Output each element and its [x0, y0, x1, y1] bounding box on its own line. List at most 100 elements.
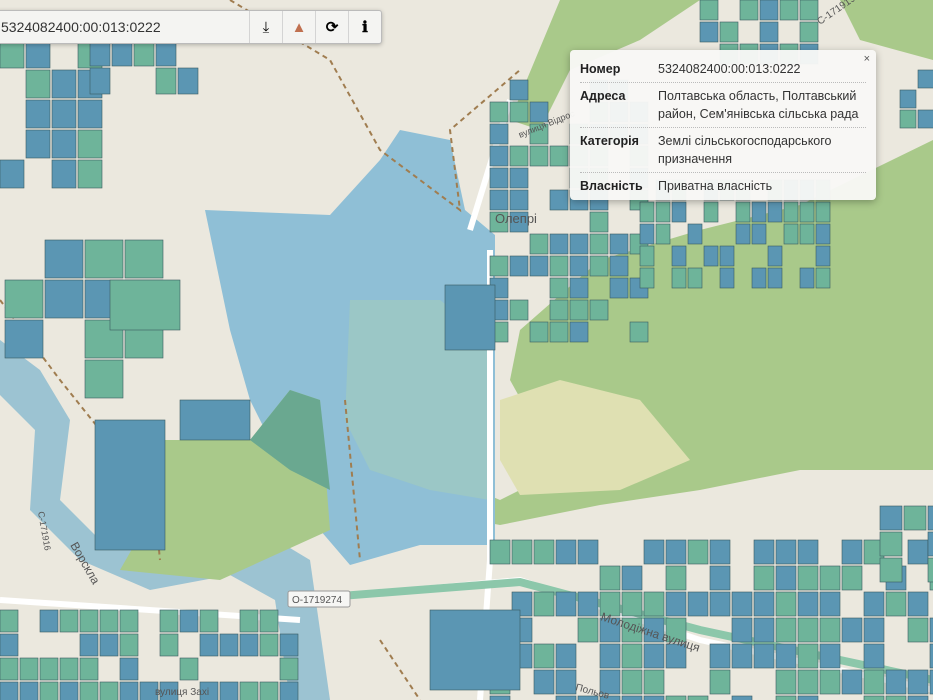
land-parcel[interactable] — [109, 279, 181, 331]
land-parcel[interactable] — [687, 539, 709, 565]
land-parcel[interactable] — [533, 669, 555, 695]
land-parcel[interactable] — [775, 669, 797, 695]
land-parcel[interactable] — [4, 319, 44, 359]
land-parcel[interactable] — [767, 267, 783, 289]
land-parcel[interactable] — [489, 167, 509, 189]
land-parcel[interactable] — [799, 223, 815, 245]
land-parcel[interactable] — [99, 681, 119, 700]
land-parcel[interactable] — [44, 279, 84, 319]
land-parcel[interactable] — [0, 681, 19, 700]
land-parcel[interactable] — [0, 609, 19, 633]
land-parcel[interactable] — [665, 695, 687, 700]
land-parcel[interactable] — [709, 591, 731, 617]
land-parcel[interactable] — [51, 159, 77, 189]
land-parcel[interactable] — [797, 695, 819, 700]
land-parcel[interactable] — [555, 591, 577, 617]
land-parcel[interactable] — [783, 223, 799, 245]
land-parcel[interactable] — [279, 681, 299, 700]
land-parcel[interactable] — [797, 643, 819, 669]
land-parcel[interactable] — [25, 69, 51, 99]
land-parcel[interactable] — [533, 539, 555, 565]
land-parcel[interactable] — [549, 321, 569, 343]
land-parcel[interactable] — [815, 201, 831, 223]
land-parcel[interactable] — [155, 67, 177, 95]
land-parcel[interactable] — [703, 245, 719, 267]
land-parcel[interactable] — [489, 145, 509, 167]
land-parcel[interactable] — [819, 565, 841, 591]
land-parcel[interactable] — [489, 255, 509, 277]
land-parcel[interactable] — [77, 99, 103, 129]
land-parcel[interactable] — [775, 565, 797, 591]
land-parcel[interactable] — [77, 159, 103, 189]
land-parcel[interactable] — [819, 669, 841, 695]
land-parcel[interactable] — [533, 643, 555, 669]
land-parcel[interactable] — [703, 201, 719, 223]
land-parcel[interactable] — [0, 633, 19, 657]
land-parcel[interactable] — [739, 0, 759, 21]
land-parcel[interactable] — [775, 617, 797, 643]
land-parcel[interactable] — [643, 669, 665, 695]
land-parcel[interactable] — [569, 299, 589, 321]
land-parcel[interactable] — [699, 0, 719, 21]
land-parcel[interactable] — [59, 681, 79, 700]
land-parcel[interactable] — [59, 609, 79, 633]
land-parcel[interactable] — [709, 539, 731, 565]
land-parcel[interactable] — [119, 657, 139, 681]
land-parcel[interactable] — [687, 223, 703, 245]
land-parcel[interactable] — [799, 201, 815, 223]
land-parcel[interactable] — [279, 657, 299, 681]
land-parcel[interactable] — [569, 233, 589, 255]
land-parcel[interactable] — [529, 145, 549, 167]
land-parcel[interactable] — [797, 617, 819, 643]
land-parcel[interactable] — [259, 609, 279, 633]
land-parcel[interactable] — [0, 657, 19, 681]
land-parcel[interactable] — [529, 255, 549, 277]
land-parcel[interactable] — [671, 245, 687, 267]
land-parcel[interactable] — [84, 359, 124, 399]
land-parcel[interactable] — [599, 565, 621, 591]
land-parcel[interactable] — [917, 69, 933, 89]
land-parcel[interactable] — [797, 669, 819, 695]
land-parcel[interactable] — [549, 277, 569, 299]
land-parcel[interactable] — [589, 255, 609, 277]
land-parcel[interactable] — [39, 657, 59, 681]
land-parcel[interactable] — [94, 419, 166, 551]
land-parcel[interactable] — [549, 299, 569, 321]
land-parcel[interactable] — [751, 223, 767, 245]
land-parcel[interactable] — [119, 633, 139, 657]
land-parcel[interactable] — [239, 633, 259, 657]
land-parcel[interactable] — [665, 539, 687, 565]
land-parcel[interactable] — [179, 399, 251, 441]
land-parcel[interactable] — [79, 681, 99, 700]
land-parcel[interactable] — [629, 321, 649, 343]
land-parcel[interactable] — [509, 255, 529, 277]
land-parcel[interactable] — [687, 267, 703, 289]
land-parcel[interactable] — [639, 245, 655, 267]
land-parcel[interactable] — [99, 633, 119, 657]
land-parcel[interactable] — [79, 657, 99, 681]
land-parcel[interactable] — [731, 617, 753, 643]
land-parcel[interactable] — [509, 145, 529, 167]
land-parcel[interactable] — [489, 695, 511, 700]
land-parcel[interactable] — [899, 89, 917, 109]
land-parcel[interactable] — [119, 681, 139, 700]
land-parcel[interactable] — [779, 0, 799, 21]
land-parcel[interactable] — [51, 99, 77, 129]
land-parcel[interactable] — [719, 21, 739, 43]
land-parcel[interactable] — [759, 21, 779, 43]
land-parcel[interactable] — [159, 633, 179, 657]
land-parcel[interactable] — [549, 233, 569, 255]
land-parcel[interactable] — [819, 643, 841, 669]
land-parcel[interactable] — [907, 591, 929, 617]
land-parcel[interactable] — [885, 669, 907, 695]
land-parcel[interactable] — [753, 643, 775, 669]
land-parcel[interactable] — [89, 67, 111, 95]
land-parcel[interactable] — [885, 591, 907, 617]
land-parcel[interactable] — [259, 681, 279, 700]
land-parcel[interactable] — [119, 609, 139, 633]
land-parcel[interactable] — [709, 565, 731, 591]
land-parcel[interactable] — [719, 245, 735, 267]
land-parcel[interactable] — [783, 201, 799, 223]
land-parcel[interactable] — [879, 531, 903, 557]
land-parcel[interactable] — [279, 633, 299, 657]
